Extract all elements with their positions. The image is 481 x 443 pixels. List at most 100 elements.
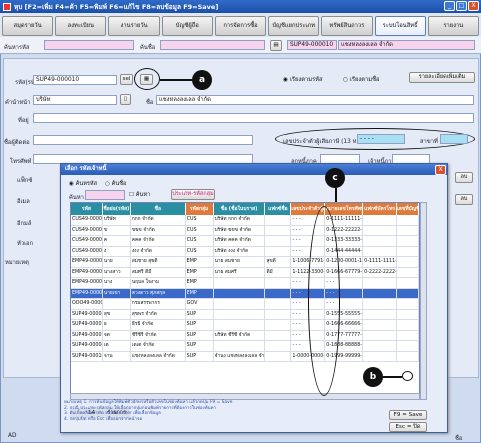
radio-search-name[interactable]: ○ ค้นชื่อ xyxy=(105,180,126,188)
alt-label: อีกมล์ xyxy=(17,221,32,227)
search-checkbox[interactable]: ☐ ค้นหา xyxy=(129,191,150,199)
tab-journal[interactable]: สมุดรายวัน xyxy=(2,16,54,36)
col-fax-name[interactable]: แฟกซ์ชื่อ xyxy=(265,203,292,215)
table-cell: OOO49-00001 xyxy=(71,299,103,309)
callout-ring-b xyxy=(402,371,413,381)
tab-ledger[interactable]: บัญชีแยกประเภท xyxy=(268,16,320,36)
minimize-button[interactable]: _ xyxy=(444,1,455,11)
table-row[interactable]: OOO49-00001กรมสรรพากรGOV- - -- - - xyxy=(71,299,419,310)
table-cell: เตเต จำกัด xyxy=(131,341,186,351)
tab-daily[interactable]: งานรายวัน xyxy=(108,16,160,36)
window-controls: _ □ X xyxy=(444,1,479,11)
col-short[interactable]: ชื่อย่อ(รหัส) xyxy=(103,203,131,215)
fax-label: แฟ็กซ์ xyxy=(17,178,33,184)
close-button[interactable]: X xyxy=(468,1,479,11)
table-cell: สุขพร จำกัด xyxy=(131,309,186,319)
col-full-name[interactable]: ชื่อ (ชื่อในบราส) xyxy=(214,203,266,215)
table-cell xyxy=(213,288,266,298)
table-cell xyxy=(363,330,398,340)
name-input[interactable]: แชงหลงลงเลล จำกัด xyxy=(156,95,474,105)
print-icon[interactable]: ▤ xyxy=(270,40,282,51)
code-input[interactable]: SUP49-000010 xyxy=(33,75,117,85)
prefix-input[interactable]: บริษัท xyxy=(33,95,117,105)
search-code-input[interactable] xyxy=(44,40,134,50)
tab-transfer[interactable]: ระบบโอนสิทธิ์ xyxy=(374,16,426,36)
table-cell: บริษัท ขขข จำกัด xyxy=(214,225,266,235)
dialog-close-esc-button[interactable]: Esc = ปิด xyxy=(389,422,427,432)
tab-assets[interactable]: ทรัพย์สินถาวร xyxy=(321,16,373,36)
remark-label: หมายเหตุ xyxy=(5,260,29,266)
table-cell: SUP49-00002 xyxy=(71,320,103,330)
table-row[interactable]: SUP49-00001 สุข สุขพร จำกัด SUP - - -0-1555-… xyxy=(71,309,419,320)
table-row[interactable]: CUS49-00003 คคคค จำกัด CUS บริษัท คคค จำกัด… xyxy=(71,236,419,247)
callout-c-badge: c xyxy=(325,168,345,188)
table-row[interactable]: EMP49-00003 นาง นฤมล ใจงาม EMP - - -- - - xyxy=(71,278,419,289)
radio-sort-code[interactable]: ◉ เรียงตามรหัส xyxy=(283,74,323,84)
table-row[interactable]: SUP49-00004 เต เตเต จำกัด SUP - - -0-1888-88… xyxy=(71,341,419,352)
title-bar: หุบ [F2=เพิ่ม F4=ค้า F5=พิมพ์ F6=แก้ไข F… xyxy=(0,0,481,13)
search-code-label: ค้นหารหัส xyxy=(4,45,30,51)
table-row[interactable]: CUS49-00002 ขขขข จำกัด CUS บริษัท ขขข จำกัด… xyxy=(71,225,419,236)
table-cell xyxy=(363,351,398,361)
table-cell: EMP xyxy=(185,288,214,298)
table-row[interactable]: SUP49-00002 ธธีรธี จำกัด SUP - - -0-1666-66… xyxy=(71,320,419,331)
record-name-select[interactable]: แชงหลงลงเลล จำกัด xyxy=(338,40,475,50)
table-cell xyxy=(363,320,398,330)
sel-button[interactable]: sel xyxy=(120,74,133,85)
col-code[interactable]: รหัส xyxy=(71,203,103,215)
document-icon[interactable]: ▯ xyxy=(120,94,131,105)
table-cell: GOV xyxy=(186,299,214,309)
radio-sort-name[interactable]: ○ เรียงตามชื่อ xyxy=(343,74,380,84)
delete-button-2[interactable]: ลบ xyxy=(455,194,473,205)
col-phone[interactable]: หมายเลขโทรศัพท์ xyxy=(325,203,364,215)
col-account[interactable]: เลขที่บัญชีเงิน xyxy=(397,203,419,215)
tab-purchase[interactable]: การจัดการซื้อ xyxy=(214,16,267,36)
table-cell: EMP xyxy=(186,257,214,267)
table-cell: สมชาย สุขดี xyxy=(131,257,186,267)
table-cell: ควงดาว ศุภสกุล xyxy=(130,288,186,298)
table-cell: บริษัท xyxy=(103,215,131,225)
table-row[interactable]: CUS49-00001 บริษัท กกก จำกัด CUS บริษัท กกก … xyxy=(71,215,419,226)
table-cell: EMP xyxy=(186,267,214,277)
contact-input[interactable] xyxy=(33,135,253,145)
search-name-input[interactable] xyxy=(160,40,265,50)
radio-search-code[interactable]: ◉ ค้นหรหัส xyxy=(69,180,97,188)
contact-label: ชื่อผู้ติดต่อ xyxy=(4,140,30,146)
callout-ring-phone-col xyxy=(308,206,340,396)
table-cell xyxy=(265,309,292,319)
table-row[interactable]: EMP49-00004 นายเขา ควงดาว ศุภสกุล EMP - - --… xyxy=(71,288,419,299)
type-group-button[interactable]: ประเภท-รหัสกลุ่ม xyxy=(171,189,215,200)
table-cell: สุข xyxy=(103,309,131,319)
details-button[interactable]: รายละเอียดเพิ่มเติม xyxy=(409,72,475,83)
tab-accounts[interactable]: บัญชีผู้ถือ xyxy=(161,16,213,36)
table-cell xyxy=(363,278,398,288)
grid-scrollbar[interactable] xyxy=(420,202,427,400)
table-row[interactable]: CUS49-00004 งงงง จำกัด CUS บริษัท งงง จำกัด… xyxy=(71,246,419,257)
delete-button-1[interactable]: ลบ xyxy=(455,172,473,183)
table-cell: ชีรีชีรี จำกัด xyxy=(131,330,186,340)
col-name[interactable]: ชื่อ xyxy=(131,203,186,215)
table-row[interactable]: SUP49-00003 จต ชีรีชีรี จำกัด SUP บริษัท ชีร… xyxy=(71,330,419,341)
tab-report[interactable]: รายงาน xyxy=(427,16,479,36)
dialog-search-input[interactable] xyxy=(85,190,125,200)
col-fax[interactable]: แฟกซ์บัตรโทร xyxy=(363,203,398,215)
col-group[interactable]: รหัสกลุ่ม xyxy=(185,203,214,215)
save-button[interactable]: F9 = Save xyxy=(389,410,427,420)
table-row[interactable]: EMP49-00002 นางสาว สมศรี ดีมี EMP นาย สมศรีด… xyxy=(71,267,419,278)
grid-hscrollbar[interactable] xyxy=(70,393,420,400)
table-cell: นาย สมชาย xyxy=(214,257,266,267)
address-input[interactable] xyxy=(33,113,474,123)
branch-input[interactable] xyxy=(440,134,468,144)
table-row[interactable]: SUP49-00010 จาน แชงหลงลงเลล จำกัด SUP จำนง แ… xyxy=(71,351,419,362)
table-cell xyxy=(397,278,419,288)
maximize-button[interactable]: □ xyxy=(456,1,467,11)
table-cell xyxy=(397,299,419,309)
table-row[interactable]: EMP49-00001 นาย สมชาย สุขดี EMP นาย สมชาย สุข… xyxy=(71,257,419,268)
prefix-label: คำนำหน้า xyxy=(5,100,31,106)
dialog-close-button[interactable]: X xyxy=(435,165,446,175)
table-cell: นฤมล ใจงาม xyxy=(131,278,186,288)
table-cell: CUS xyxy=(186,225,214,235)
tax-id-input[interactable]: - - - - xyxy=(357,134,405,144)
tax-id-label: เลขประจำตัวผู้เสียภาษี (13 หลัก) xyxy=(283,139,366,145)
tab-register[interactable]: ลงทะเบียน xyxy=(55,16,107,36)
